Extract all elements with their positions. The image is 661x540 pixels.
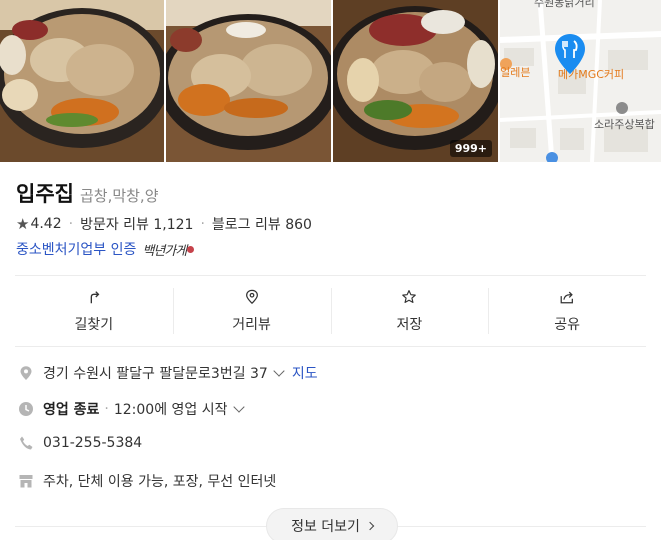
- restaurant-pin-icon[interactable]: [552, 32, 588, 76]
- more-info-label: 정보 더보기: [291, 519, 360, 535]
- more-info-button[interactable]: 정보 더보기: [266, 508, 398, 540]
- phone-icon: [20, 436, 33, 450]
- directions-label: 길찾기: [74, 317, 114, 333]
- amenities-text: 주차, 단체 이용 가능, 포장, 무선 인터넷: [43, 474, 277, 490]
- food-photo-2[interactable]: [166, 0, 331, 162]
- certification-link[interactable]: 중소벤처기업부 인증: [16, 239, 136, 259]
- phone-number[interactable]: 031-255-5384: [43, 435, 142, 451]
- divider: [15, 275, 646, 276]
- centennial-store-signature: 백년가게: [142, 243, 187, 259]
- place-title-row: 입주집 곱창,막창,양: [16, 178, 159, 208]
- share-button[interactable]: 공유: [488, 288, 646, 334]
- hours-row[interactable]: 영업 종료 · 12:00에 영업 시작: [18, 399, 245, 419]
- signature-seal-icon: [187, 245, 195, 253]
- place-name: 입주집: [16, 182, 74, 206]
- blog-reviews-link[interactable]: 블로그 리뷰 860: [212, 214, 312, 234]
- chevron-right-icon: [365, 521, 375, 531]
- open-time: 12:00에 영업 시작: [113, 402, 228, 418]
- location-icon: [20, 366, 32, 380]
- map-label-building: 소라주상복합: [594, 118, 655, 131]
- rating-row: ★ 4.42 · 방문자 리뷰 1,121 · 블로그 리뷰 860: [16, 214, 312, 234]
- chevron-down-icon[interactable]: [232, 400, 245, 413]
- chevron-down-icon[interactable]: [273, 364, 285, 377]
- address-text: 경기 수원시 팔달구 팔달문로3번길 37: [43, 366, 268, 382]
- map-link[interactable]: 지도: [292, 363, 318, 383]
- address-row: 경기 수원시 팔달구 팔달문로3번길 37 지도: [18, 363, 318, 383]
- photo-strip: 999+ 수원동닭거리 본일레븐 메가MGC커피 소라주상복합: [0, 0, 661, 162]
- store-icon: [19, 475, 33, 488]
- star-icon: ★: [16, 215, 30, 233]
- food-photo-1[interactable]: [0, 0, 164, 162]
- save-button[interactable]: 저장: [330, 288, 489, 334]
- street-view-button[interactable]: 거리뷰: [172, 288, 331, 334]
- action-bar: 길찾기 거리뷰 저장 공유: [15, 288, 646, 334]
- rating-score: 4.42: [30, 216, 62, 232]
- clock-icon: [19, 402, 33, 416]
- map-label-street: 수원동닭거리: [534, 0, 595, 9]
- divider: [15, 346, 646, 347]
- phone-row: 031-255-5384: [18, 435, 142, 451]
- street-view-label: 거리뷰: [232, 317, 271, 333]
- share-icon: [560, 291, 574, 304]
- save-label: 저장: [396, 317, 423, 333]
- star-outline-icon: [402, 290, 417, 303]
- visitor-reviews-link[interactable]: 방문자 리뷰 1,121: [80, 214, 193, 234]
- food-photo-3[interactable]: 999+: [333, 0, 498, 162]
- share-label: 공유: [554, 317, 580, 333]
- business-status: 영업 종료: [43, 402, 100, 418]
- directions-button[interactable]: 길찾기: [15, 288, 173, 334]
- certification-row: 중소벤처기업부 인증 백년가게: [16, 239, 195, 259]
- map-thumbnail[interactable]: 수원동닭거리 본일레븐 메가MGC커피 소라주상복합: [500, 0, 661, 162]
- amenities-row: 주차, 단체 이용 가능, 포장, 무선 인터넷: [18, 471, 276, 491]
- photo-count-badge: 999+: [449, 140, 492, 157]
- directions-icon: [90, 291, 100, 304]
- map-label-store-1: 본일레븐: [500, 66, 531, 79]
- place-category: 곱창,막창,양: [79, 187, 159, 205]
- location-pin-icon: [245, 289, 258, 305]
